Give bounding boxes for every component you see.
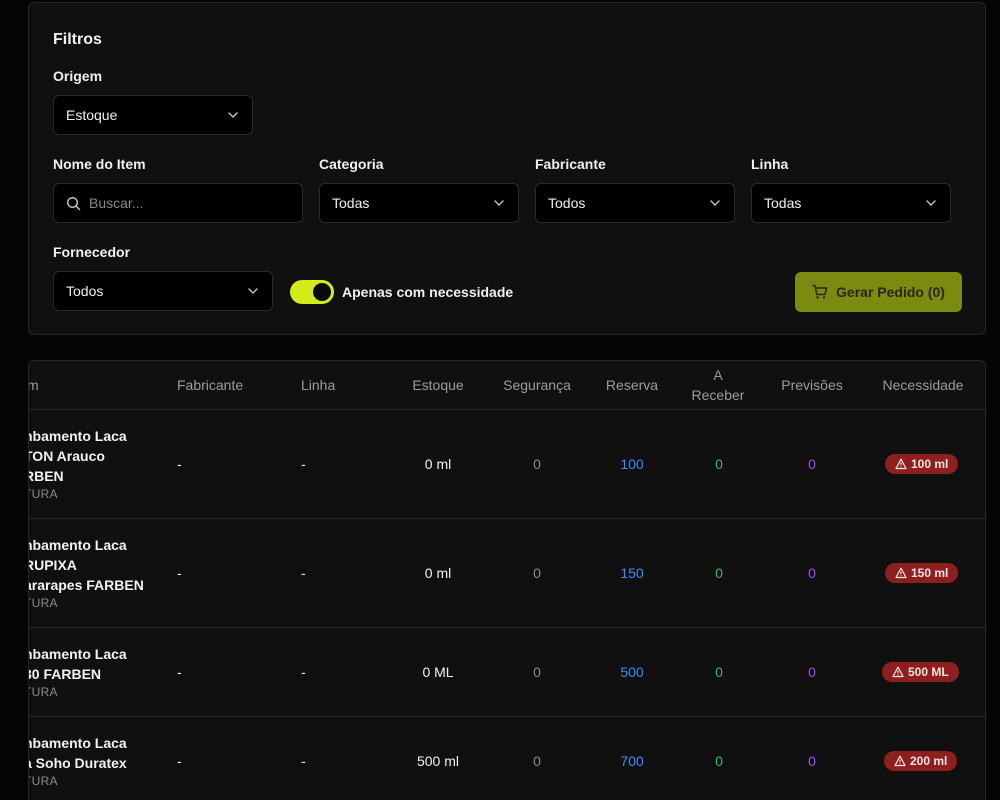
line-value: Todas	[764, 195, 802, 211]
manufacturer-label: Fabricante	[535, 156, 606, 172]
to-receive-cell: 0	[715, 456, 723, 472]
manufacturer-cell: -	[177, 753, 182, 769]
search-placeholder: Buscar...	[89, 195, 144, 211]
item-name: nbamento Laca TON Arauco RBEN	[28, 428, 127, 484]
line-cell: -	[301, 565, 306, 581]
forecasts-cell: 0	[808, 565, 816, 581]
need-badge: 100 ml	[885, 454, 959, 474]
chevron-down-icon	[710, 200, 720, 206]
stock-cell: 500 ml	[416, 753, 460, 769]
item-category: TURA	[29, 487, 58, 501]
to-receive-cell: 0	[715, 753, 723, 769]
manufacturer-cell: -	[177, 456, 182, 472]
line-cell: -	[301, 753, 306, 769]
forecasts-cell: 0	[808, 753, 816, 769]
manufacturer-cell: -	[177, 565, 182, 581]
manufacturer-cell: -	[177, 664, 182, 680]
supplier-value: Todos	[66, 283, 104, 299]
need-badge: 500 ML	[882, 662, 959, 682]
item-category: TURA	[29, 596, 58, 610]
chevron-down-icon	[494, 200, 504, 206]
line-select[interactable]: Todas	[751, 183, 951, 223]
category-value: Todas	[332, 195, 370, 211]
warning-icon	[892, 666, 904, 678]
item-category: TURA	[29, 685, 58, 699]
item-name: nbamento Laca RUPIXA ararapes FARBEN	[28, 537, 144, 593]
table-row[interactable]: nbamento Laca 30 FARBEN TURA - - 0 ML 0 …	[28, 628, 985, 717]
generate-order-label: Gerar Pedido (0)	[836, 284, 945, 300]
warning-icon	[895, 567, 907, 579]
safety-cell: 0	[533, 664, 541, 680]
manufacturer-select[interactable]: Todos	[535, 183, 735, 223]
header-reserve[interactable]: Reserva	[597, 361, 667, 409]
search-input[interactable]: Buscar...	[53, 183, 303, 223]
line-cell: -	[301, 456, 306, 472]
item-name: nbamento Laca a Soho Duratex	[28, 735, 127, 771]
item-category: TURA	[29, 774, 58, 788]
item-name-label: Nome do Item	[53, 156, 146, 172]
only-needed-toggle[interactable]	[290, 280, 334, 304]
header-stock[interactable]: Estoque	[398, 361, 478, 409]
header-manufacturer[interactable]: Fabricante	[177, 361, 247, 409]
need-badge: 200 ml	[884, 751, 958, 771]
stock-cell: 0 ml	[424, 565, 452, 581]
reserve-cell: 500	[620, 664, 644, 680]
item-name: nbamento Laca 30 FARBEN	[28, 646, 127, 682]
origin-select[interactable]: Estoque	[53, 95, 253, 135]
header-to-receive[interactable]: A Receber	[686, 361, 750, 409]
table-row[interactable]: nbamento Laca a Soho Duratex TURA - - 50…	[28, 717, 985, 800]
header-line[interactable]: Linha	[301, 361, 361, 409]
forecasts-cell: 0	[808, 456, 816, 472]
header-need[interactable]: Necessidade	[873, 361, 973, 409]
warning-icon	[895, 458, 907, 470]
toggle-knob	[313, 283, 331, 301]
to-receive-cell: 0	[715, 664, 723, 680]
generate-order-button[interactable]: Gerar Pedido (0)	[795, 272, 962, 312]
filters-title: Filtros	[53, 31, 102, 48]
table-row[interactable]: nbamento Laca TON Arauco RBEN TURA - - 0…	[28, 410, 985, 519]
reserve-cell: 100	[620, 456, 644, 472]
line-label: Linha	[751, 156, 789, 172]
origin-value: Estoque	[66, 107, 118, 123]
safety-cell: 0	[533, 565, 541, 581]
to-receive-cell: 0	[715, 565, 723, 581]
line-cell: -	[301, 664, 306, 680]
forecasts-cell: 0	[808, 664, 816, 680]
reserve-cell: 700	[620, 753, 644, 769]
chevron-down-icon	[228, 112, 238, 118]
need-badge: 150 ml	[885, 563, 959, 583]
safety-cell: 0	[533, 753, 541, 769]
stock-cell: 0 ML	[422, 664, 454, 680]
warning-icon	[894, 755, 906, 767]
category-select[interactable]: Todas	[319, 183, 519, 223]
items-table: m Fabricante Linha Estoque Segurança Res…	[28, 360, 986, 800]
only-needed-label: Apenas com necessidade	[342, 284, 514, 300]
origin-label: Origem	[53, 68, 103, 84]
manufacturer-value: Todos	[548, 195, 586, 211]
header-forecasts[interactable]: Previsões	[772, 361, 852, 409]
table-row[interactable]: nbamento Laca RUPIXA ararapes FARBEN TUR…	[28, 519, 985, 628]
header-item[interactable]: m	[29, 361, 47, 409]
chevron-down-icon	[926, 200, 936, 206]
supplier-label: Fornecedor	[53, 244, 131, 260]
stock-cell: 0 ml	[424, 456, 452, 472]
category-label: Categoria	[319, 156, 384, 172]
safety-cell: 0	[533, 456, 541, 472]
cart-icon	[812, 284, 828, 299]
filters-panel: Filtros Origem Estoque Nome do Item Busc…	[28, 2, 986, 335]
header-safety[interactable]: Segurança	[494, 361, 580, 409]
chevron-down-icon	[248, 288, 258, 294]
supplier-select[interactable]: Todos	[53, 271, 273, 311]
reserve-cell: 150	[620, 565, 644, 581]
search-icon	[66, 196, 81, 210]
